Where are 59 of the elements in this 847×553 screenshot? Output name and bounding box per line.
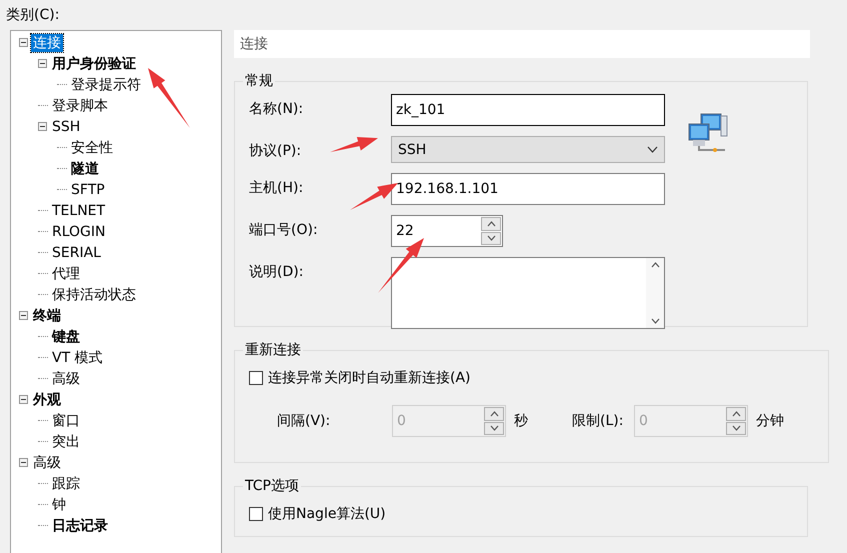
chevron-down-icon	[647, 146, 658, 153]
collapse-icon[interactable]	[19, 458, 28, 467]
tree-item[interactable]: 登录提示符	[69, 76, 143, 94]
collapse-icon[interactable]	[19, 38, 28, 47]
tree-item[interactable]: SSH	[50, 118, 82, 134]
field-label: 名称(N):	[249, 100, 304, 118]
annotation-arrow	[330, 136, 378, 152]
field-label: 协议(P):	[249, 142, 302, 160]
annotation-arrow	[378, 238, 424, 293]
tree-item[interactable]: 代理	[50, 264, 82, 282]
group-title: 重新连接	[244, 341, 302, 359]
tree-item[interactable]: 跟踪	[50, 474, 82, 492]
unit-label: 分钟	[755, 412, 785, 430]
group-title: TCP选项	[244, 477, 300, 495]
tree-item[interactable]: 外观	[31, 390, 63, 408]
tree-item[interactable]: 终端	[31, 306, 63, 324]
tree-item[interactable]: SERIAL	[50, 244, 103, 260]
tree-item[interactable]: 键盘	[50, 328, 82, 346]
checkbox-label[interactable]: 连接异常关闭时自动重新连接(A)	[268, 369, 471, 387]
tree-item[interactable]: 用户身份验证	[50, 54, 138, 72]
checkbox-label[interactable]: 使用Nagle算法(U)	[268, 505, 386, 523]
tree-item[interactable]: 钟	[50, 496, 68, 514]
description-field[interactable]	[391, 257, 665, 329]
field-label: 主机(H):	[249, 179, 304, 197]
tree-item[interactable]: 登录脚本	[50, 96, 110, 114]
tree-item[interactable]: 隧道	[69, 160, 101, 178]
network-computers-icon	[687, 112, 729, 152]
group-title: 常规	[244, 72, 274, 90]
text-field[interactable]: 192.168.1.101	[391, 173, 665, 205]
field-label: 端口号(O):	[249, 221, 318, 239]
field-label: 间隔(V):	[277, 412, 332, 430]
annotation-arrow	[148, 68, 190, 128]
field-label: 说明(D):	[249, 263, 304, 281]
tree-item[interactable]: 高级	[31, 454, 63, 472]
checkbox[interactable]	[249, 371, 263, 385]
tree-item[interactable]: SFTP	[69, 182, 107, 198]
tree-item[interactable]: 突出	[50, 432, 82, 450]
protocol-dropdown[interactable]: SSH	[391, 136, 665, 163]
text-field[interactable]: zk_101	[391, 94, 665, 126]
tree-item[interactable]: 连接	[31, 34, 63, 52]
tree-item[interactable]: 日志记录	[50, 516, 110, 534]
annotation-arrow	[350, 183, 398, 210]
field-label: 限制(L):	[572, 412, 624, 430]
tree-item[interactable]: TELNET	[50, 202, 108, 218]
tree-item[interactable]: RLOGIN	[50, 224, 108, 240]
checkbox[interactable]	[249, 507, 263, 521]
collapse-icon[interactable]	[19, 395, 28, 404]
collapse-icon[interactable]	[38, 59, 47, 68]
unit-label: 秒	[513, 412, 529, 430]
tree-item[interactable]: 保持活动状态	[50, 286, 138, 304]
collapse-icon[interactable]	[38, 122, 47, 131]
tree-item[interactable]: 高级	[50, 370, 82, 388]
collapse-icon[interactable]	[19, 311, 28, 320]
tree-item[interactable]: 安全性	[69, 138, 115, 156]
category-label: 类别(C):	[6, 6, 60, 24]
spin-field[interactable]: 22	[391, 215, 503, 247]
panel-header: 连接	[234, 30, 810, 58]
tree-item[interactable]: 窗口	[50, 412, 82, 430]
tree-item[interactable]: VT 模式	[50, 348, 105, 366]
